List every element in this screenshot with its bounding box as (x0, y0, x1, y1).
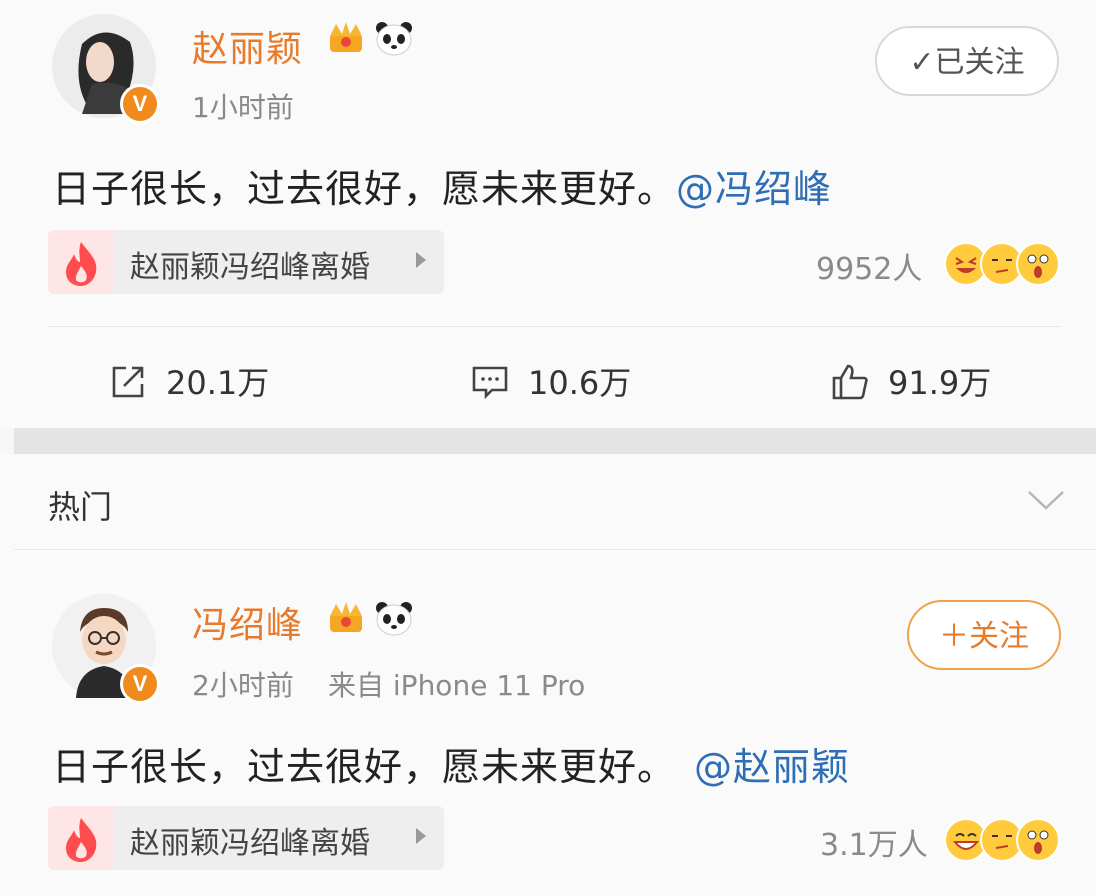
post-body: 日子很长，过去很好，愿未来更好。 (52, 167, 677, 211)
topic-label: 赵丽颖冯绍峰离婚 (130, 826, 370, 861)
panda-icon (376, 602, 412, 636)
fire-icon (48, 806, 114, 870)
followed-button[interactable]: ✓已关注 (875, 26, 1059, 96)
post-source: 来自 iPhone 11 Pro (328, 669, 586, 702)
divider (48, 326, 1062, 327)
chevron-right-icon (416, 252, 426, 268)
like-button[interactable]: 91.9万 (830, 358, 1030, 402)
mention-link[interactable]: @赵丽颖 (694, 745, 850, 789)
chevron-down-icon[interactable] (1026, 488, 1066, 512)
post-body: 日子很长，过去很好，愿未来更好。 (52, 745, 677, 789)
post-card-1: V 赵丽颖 1小时前 ✓已关注 日子很长，过去很好，愿未来更好。@冯绍峰 赵丽颖… (0, 0, 1096, 428)
post-card-2: V 冯绍峰 2小时前 来自 iPhone 11 Pro ＋关注 日子很长，过去很… (0, 550, 1096, 896)
crown-icon (330, 602, 362, 632)
post-time: 2小时前 (192, 669, 294, 702)
crown-icon (330, 22, 362, 52)
like-count: 91.9万 (888, 364, 992, 402)
section-separator (14, 428, 1096, 454)
username[interactable]: 冯绍峰 (192, 596, 303, 648)
thumbs-up-icon (832, 364, 868, 400)
reaction-count: 9952人 (816, 252, 923, 287)
comment-count: 10.6万 (528, 364, 632, 402)
share-count: 20.1万 (166, 364, 270, 402)
username[interactable]: 赵丽颖 (192, 20, 303, 72)
avatar[interactable]: V (52, 594, 160, 704)
topic-tag[interactable]: 赵丽颖冯绍峰离婚 (48, 230, 444, 294)
panda-icon (376, 22, 412, 56)
topic-label: 赵丽颖冯绍峰离婚 (130, 250, 370, 285)
share-icon (112, 366, 144, 398)
topic-tag[interactable]: 赵丽颖冯绍峰离婚 (48, 806, 444, 870)
surprised-emoji-icon (1016, 818, 1060, 862)
reaction-count: 3.1万人 (820, 828, 928, 863)
verified-badge-icon: V (120, 664, 160, 704)
fire-icon (48, 230, 114, 294)
comment-button[interactable]: 10.6万 (470, 358, 670, 402)
verified-badge-icon: V (120, 84, 160, 124)
post-time: 1小时前 (192, 91, 294, 124)
section-title: 热门 (48, 488, 113, 526)
follow-button[interactable]: ＋关注 (907, 600, 1061, 670)
post-text: 日子很长，过去很好，愿未来更好。@冯绍峰 (52, 158, 832, 213)
chevron-right-icon (416, 828, 426, 844)
comment-icon (472, 366, 508, 400)
hot-section-header: 热门 (0, 454, 1096, 550)
avatar[interactable]: V (52, 14, 160, 124)
surprised-emoji-icon (1016, 242, 1060, 286)
mention-link[interactable]: @冯绍峰 (676, 167, 832, 211)
post-text: 日子很长，过去很好，愿未来更好。 @赵丽颖 (52, 736, 850, 791)
share-button[interactable]: 20.1万 (108, 358, 308, 402)
